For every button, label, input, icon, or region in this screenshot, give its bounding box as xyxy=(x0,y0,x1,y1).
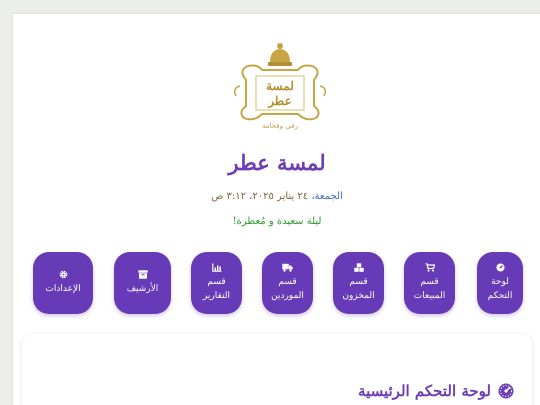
nav-label: الأرشيف xyxy=(126,284,159,294)
section-title-text: لوحة التحكم الرئيسية xyxy=(358,382,491,400)
nav-suppliers-button[interactable]: قسم الموردين xyxy=(262,252,313,314)
cart-icon xyxy=(425,263,435,272)
nav-label: الإعدادات xyxy=(45,284,81,294)
nav-label: قسم الموردين xyxy=(271,277,304,301)
date-time: الجمعة، ٢٤ يناير ٢٠٢٥، ٣:١٢ ص xyxy=(13,191,540,202)
boxes-icon xyxy=(353,263,364,272)
truck-icon xyxy=(282,263,293,272)
logo-text-top: لمسة xyxy=(266,79,294,93)
main-nav: لوحة التحكم قسم المبيعات قسم المخزون قسم… xyxy=(13,252,540,314)
dashboard-card: لوحة التحكم الرئيسية xyxy=(22,334,532,405)
nav-archive-button[interactable]: الأرشيف xyxy=(114,252,171,314)
greeting-text: ليلة سعيدة و مُعطرة! xyxy=(232,216,322,227)
date-value: ٢٤ يناير ٢٠٢٥، ٣:١٢ ص xyxy=(211,191,309,202)
top-bar xyxy=(13,12,540,14)
dashboard-icon xyxy=(495,263,505,272)
date-day: الجمعة، xyxy=(311,191,343,202)
nav-reports-button[interactable]: قسم التقارير xyxy=(191,252,242,314)
nav-label: قسم التقارير xyxy=(202,277,231,301)
nav-settings-button[interactable]: الإعدادات xyxy=(33,252,93,314)
archive-icon xyxy=(137,270,148,279)
nav-dashboard-button[interactable]: لوحة التحكم xyxy=(477,252,523,314)
chart-icon xyxy=(211,263,221,272)
brand-logo: لمسة عطر رقي وفخامة xyxy=(233,43,327,130)
app-page: لمسة عطر رقي وفخامة لمسة عطر الجمعة، ٢٤ … xyxy=(12,12,540,405)
logo-text-bottom: عطر xyxy=(267,94,292,109)
logo-caption: رقي وفخامة xyxy=(262,122,298,130)
nav-label: قسم المبيعات xyxy=(413,277,446,301)
section-title: لوحة التحكم الرئيسية xyxy=(358,382,514,400)
nav-label: لوحة التحكم xyxy=(487,277,513,301)
nav-inventory-button[interactable]: قسم المخزون xyxy=(333,252,384,314)
brand-title: لمسة عطر xyxy=(228,150,326,175)
nav-sales-button[interactable]: قسم المبيعات xyxy=(404,252,455,314)
gear-icon xyxy=(59,270,67,279)
dashboard-icon xyxy=(498,383,514,399)
nav-label: قسم المخزون xyxy=(342,277,375,301)
